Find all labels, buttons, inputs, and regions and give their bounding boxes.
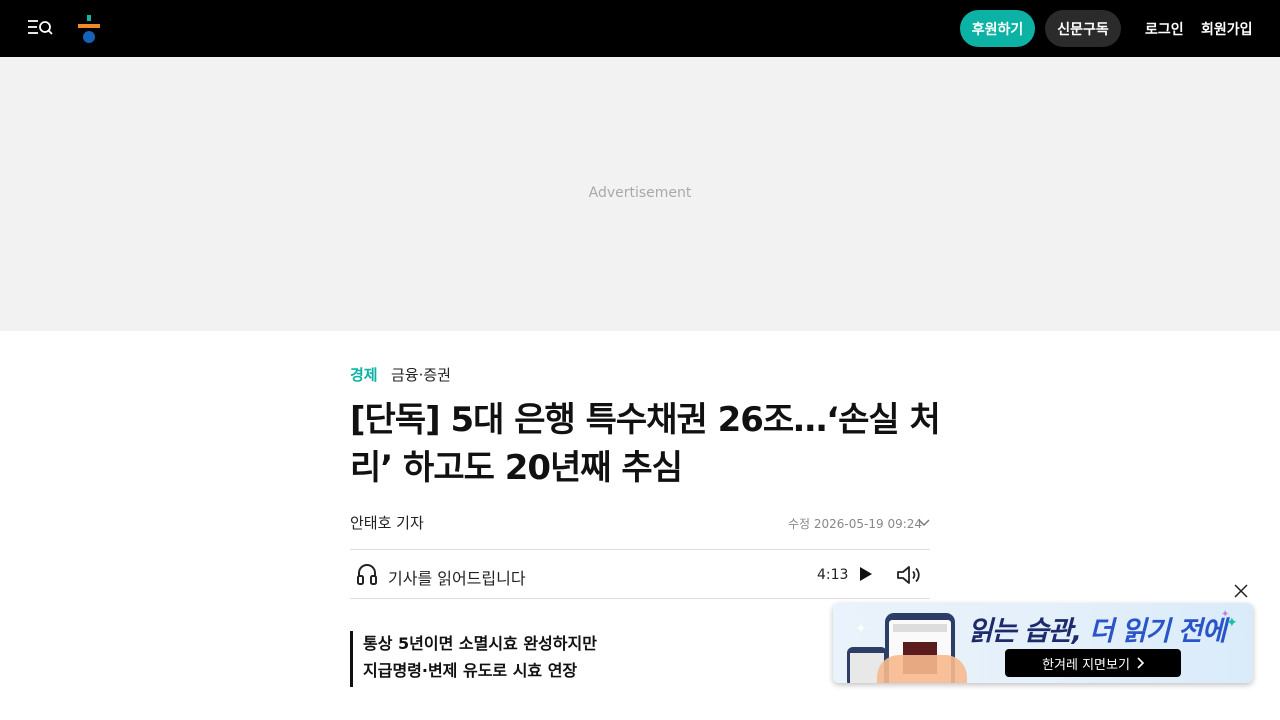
- logo-icon[interactable]: [77, 15, 101, 43]
- audio-player: 기사를 읽어드립니다 4:13: [350, 549, 930, 599]
- author-byline[interactable]: 안태호 기자: [350, 512, 424, 533]
- menu-search-icon[interactable]: [27, 17, 53, 39]
- promo-button-label: 한겨레 지면보기: [1042, 657, 1130, 673]
- subscribe-button[interactable]: 신문구독: [1045, 10, 1121, 47]
- audio-label: 기사를 읽어드립니다: [388, 569, 526, 588]
- headphone-icon: [356, 562, 378, 586]
- promo-headline: 읽는 습관, 더 읽기 전에: [968, 609, 1226, 648]
- summary-line: 통상 5년이면 소멸시효 완성하지만: [363, 634, 597, 653]
- advertisement-area[interactable]: Advertisement: [0, 57, 1280, 331]
- category-main-link[interactable]: 경제: [350, 364, 378, 385]
- modified-date: 수정 2026-05-19 09:24: [788, 517, 923, 531]
- login-link[interactable]: 로그인: [1145, 19, 1184, 39]
- top-header: 후원하기 신문구독 로그인 회원가입: [0, 0, 1280, 57]
- promo-headline-a: 읽는 습관,: [968, 616, 1082, 647]
- signup-link[interactable]: 회원가입: [1201, 19, 1253, 39]
- sponsor-button[interactable]: 후원하기: [960, 10, 1035, 47]
- promo-headline-b: 더 읽기 전에: [1081, 616, 1226, 647]
- chevron-right-icon: [1137, 657, 1144, 669]
- advertisement-label: Advertisement: [588, 185, 692, 201]
- audio-duration: 4:13: [817, 567, 849, 583]
- hand-illustration: [877, 655, 967, 683]
- article-summary: 통상 5년이면 소멸시효 완성하지만 지급명령·변제 유도로 시효 연장: [350, 631, 597, 687]
- close-icon[interactable]: [1233, 583, 1249, 599]
- sparkle-icon: ✦: [1226, 615, 1238, 631]
- volume-icon[interactable]: [895, 563, 923, 587]
- sparkle-icon: ✦: [855, 621, 867, 637]
- chevron-down-icon[interactable]: [917, 515, 931, 529]
- promo-banner[interactable]: ✦ 읽는 습관, 더 읽기 전에 ✦ ✦ 한겨레 지면보기: [833, 603, 1253, 683]
- summary-line: 지급명령·변제 유도로 시효 연장: [363, 661, 578, 680]
- category-sub-link[interactable]: 금융·증권: [391, 364, 451, 385]
- article-title: [단독] 5대 은행 특수채권 26조…‘손실 처리’ 하고도 20년째 추심: [350, 400, 941, 488]
- play-icon[interactable]: [857, 565, 875, 583]
- view-print-edition-button[interactable]: 한겨레 지면보기: [1005, 649, 1181, 677]
